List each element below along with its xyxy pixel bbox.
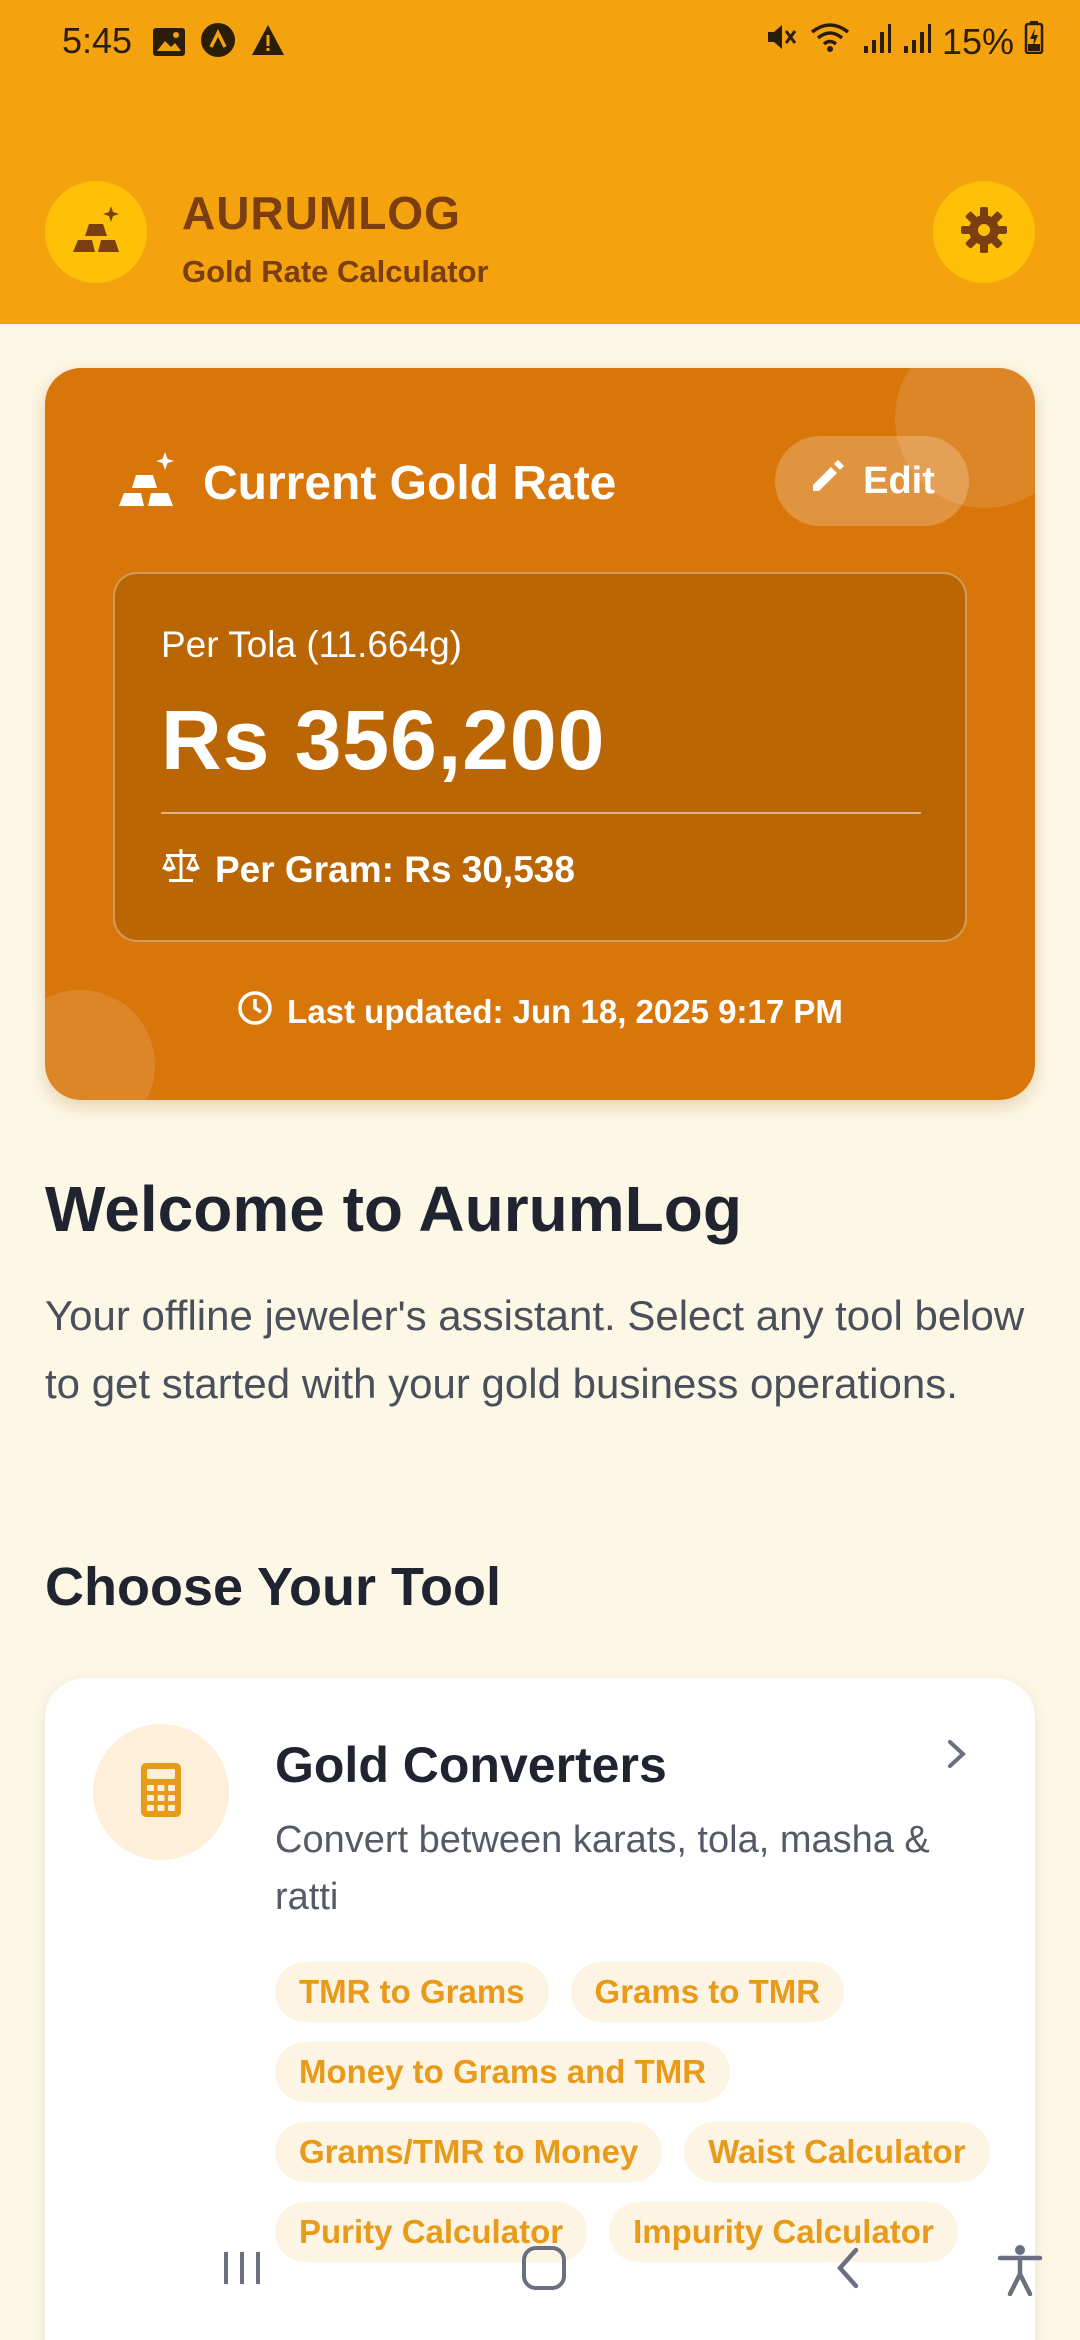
battery-charging-icon (1024, 20, 1044, 63)
gold-rate-card: Current Gold Rate Edit Per Tola (11.664g… (45, 368, 1035, 1100)
app-icon (200, 22, 236, 67)
status-time: 5:45 (62, 20, 133, 61)
calculator-icon (140, 1762, 182, 1823)
card-title: Current Gold Rate (203, 457, 617, 510)
wifi-icon (808, 20, 852, 63)
back-icon[interactable] (826, 2244, 874, 2297)
system-nav-bar (0, 2230, 1080, 2320)
chip-grams-to-tmr[interactable]: Grams to TMR (570, 1962, 845, 2022)
welcome-text: Your offline jeweler's assistant. Select… (45, 1292, 1025, 1407)
signal-icon (862, 21, 892, 63)
pencil-icon (809, 457, 847, 505)
home-icon[interactable] (520, 2244, 568, 2297)
chevron-right-icon[interactable] (945, 1736, 969, 1777)
chip-tmr-to-grams[interactable]: TMR to Grams (275, 1962, 549, 2022)
last-updated-text: Last updated: Jun 18, 2025 9:17 PM (287, 993, 843, 1030)
edit-label: Edit (863, 459, 935, 502)
gear-icon (958, 204, 1010, 261)
welcome-title: Welcome to AurumLog (45, 1173, 742, 1245)
tool-icon (93, 1724, 229, 1860)
recents-icon[interactable] (218, 2244, 266, 2297)
battery-percent: 15% (941, 20, 1014, 62)
tool-title: Gold Converters (275, 1737, 667, 1793)
last-updated-row: Last updated: Jun 18, 2025 9:17 PM (45, 990, 1035, 1034)
app-title: AURUMLOG (182, 187, 461, 239)
status-right-icons: 15% (764, 20, 1044, 63)
scale-icon (161, 846, 201, 893)
per-gram-row: Per Gram: Rs 30,538 (161, 846, 575, 893)
edit-rate-button[interactable]: Edit (775, 436, 969, 526)
app-logo (45, 181, 147, 283)
settings-button[interactable] (933, 181, 1035, 283)
gold-bars-icon (67, 204, 125, 261)
per-gram-value: Per Gram: Rs 30,538 (215, 848, 575, 890)
rate-box: Per Tola (11.664g) Rs 356,200 Per Gram: … (113, 572, 967, 942)
mute-icon (764, 20, 798, 63)
status-left-icons (152, 22, 286, 67)
accessibility-icon[interactable] (996, 2244, 1044, 2301)
image-icon (152, 24, 186, 66)
signal-icon (902, 21, 932, 63)
chip-money-to-grams-tmr[interactable]: Money to Grams and TMR (275, 2042, 731, 2102)
tool-description: Convert between karats, tola, masha & ra… (275, 1819, 930, 1918)
app-header: AURUMLOG Gold Rate Calculator (0, 84, 1080, 324)
chip-waist-calculator[interactable]: Waist Calculator (684, 2122, 990, 2182)
divider (161, 812, 921, 814)
per-tola-label: Per Tola (11.664g) (161, 624, 462, 665)
clock-icon (237, 990, 273, 1034)
gold-price: Rs 356,200 (161, 693, 606, 787)
warning-icon (250, 23, 286, 66)
chip-grams-tmr-to-money[interactable]: Grams/TMR to Money (275, 2122, 663, 2182)
section-title: Choose Your Tool (45, 1557, 501, 1617)
tool-chips: TMR to Grams Grams to TMR Money to Grams… (275, 1962, 995, 2262)
gold-bars-icon (115, 450, 181, 515)
app-subtitle: Gold Rate Calculator (182, 254, 489, 289)
status-bar: 5:45 15% (0, 0, 1080, 84)
